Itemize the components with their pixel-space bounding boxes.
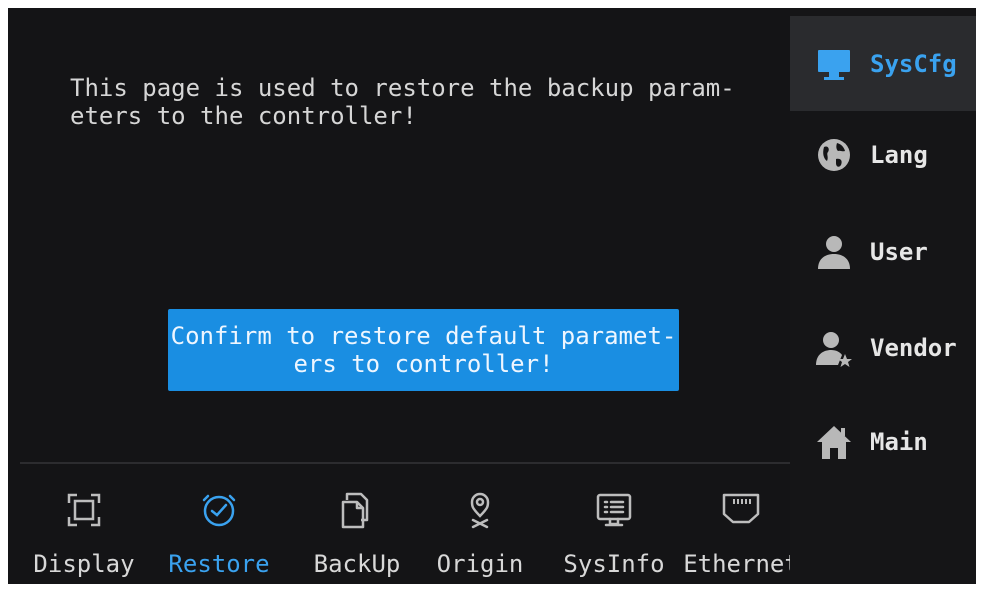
clock-icon (202, 494, 236, 527)
tab-ethernet[interactable]: Ethernet (680, 464, 802, 584)
tab-display[interactable]: Display (20, 464, 148, 584)
sidebar-item-label: Lang (870, 140, 928, 169)
info-text: This page is used to restore the backup … (70, 74, 735, 130)
tab-label: BackUp (313, 550, 401, 578)
sidebar-item-syscfg[interactable]: SysCfg (790, 16, 976, 111)
main-panel: This page is used to restore the backup … (8, 8, 790, 462)
sidebar-item-label: User (870, 237, 928, 266)
monitor-icon (818, 49, 850, 80)
sidebar-item-label: Vendor (870, 333, 957, 362)
sidebar: SysCfg Lang User Vendor Main (790, 8, 976, 584)
home-icon (817, 425, 851, 459)
vendor-user-icon (816, 331, 852, 367)
sidebar-item-main[interactable]: Main (790, 394, 976, 489)
bottom-tab-bar: Display Restore BackUp Origin SysInfo Et… (20, 464, 802, 584)
tab-label: Display (33, 550, 135, 578)
tab-label: SysInfo (563, 550, 665, 578)
user-icon (818, 235, 850, 269)
tab-sysinfo[interactable]: SysInfo (552, 464, 676, 584)
tab-label: Origin (436, 550, 524, 578)
device-screen: This page is used to restore the backup … (8, 8, 976, 584)
tab-backup[interactable]: BackUp (296, 464, 418, 584)
sidebar-item-user[interactable]: User (790, 204, 976, 299)
location-pin-icon (470, 492, 490, 529)
confirm-restore-button[interactable]: Confirm to restore default paramet- ers … (168, 309, 679, 391)
sidebar-item-label: SysCfg (870, 49, 957, 78)
tab-restore[interactable]: Restore (154, 464, 284, 584)
globe-icon (818, 138, 850, 171)
display-icon (67, 493, 101, 527)
sidebar-item-vendor[interactable]: Vendor (790, 300, 976, 395)
monitor-list-icon (596, 493, 632, 527)
tab-origin[interactable]: Origin (422, 464, 538, 584)
tab-label: Restore (168, 550, 270, 578)
tab-label: Ethernet (683, 550, 799, 578)
copy-icon (341, 492, 369, 529)
sidebar-item-lang[interactable]: Lang (790, 107, 976, 202)
sidebar-item-label: Main (870, 427, 928, 456)
ethernet-port-icon (722, 493, 760, 524)
